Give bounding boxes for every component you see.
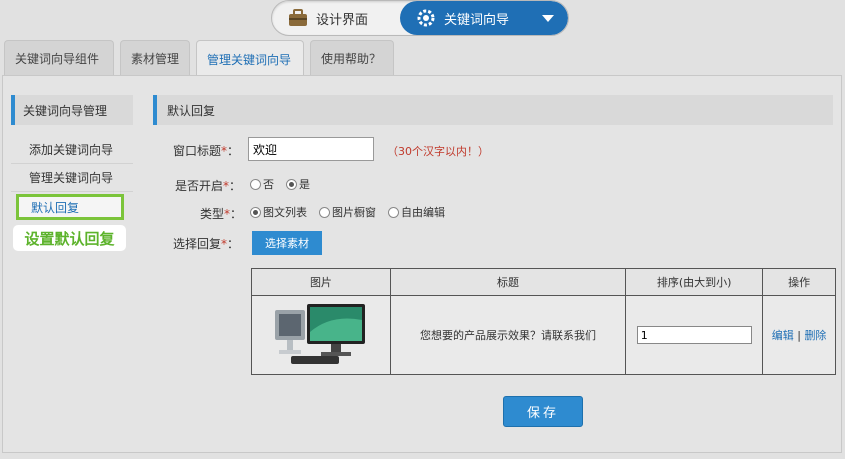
material-table: 图片 标题 排序(由大到小) 操作 您想要的产品展示效果？请联系我们 1 编辑 … (251, 268, 836, 375)
design-mode-button[interactable]: 设计界面 (272, 1, 400, 35)
sidebar-item-add-wizard[interactable]: 添加关键词向导 (11, 136, 133, 164)
radio-button[interactable] (286, 178, 297, 190)
table-row: 您想要的产品展示效果？请联系我们 编辑 | 删除 (251, 295, 836, 375)
tab-help[interactable]: 使用帮助？ (310, 40, 394, 76)
toolbox-icon (288, 9, 308, 27)
radio-button[interactable] (319, 206, 330, 218)
order-cell (625, 295, 764, 375)
table-header-row: 图片 标题 排序(由大到小) 操作 (251, 268, 836, 296)
wizard-mode-button[interactable]: 关键词向导 (400, 1, 568, 35)
save-button[interactable]: 保存 (503, 396, 583, 427)
tab-wizard-components[interactable]: 关键词向导组件 (4, 40, 114, 76)
gear-icon (416, 9, 436, 27)
computer-product-image (274, 303, 365, 364)
enable-option-no[interactable]: 否 (250, 176, 274, 192)
sidebar-item-manage-wizard[interactable]: 管理关键词向导 (11, 164, 133, 192)
tab-material-management[interactable]: 素材管理 (120, 40, 190, 76)
action-separator: | (797, 329, 801, 342)
window-title-label: 窗口标题*： (173, 144, 240, 158)
enable-radio-group: 否 是 (250, 176, 316, 192)
column-header-order: 排序(由大到小) (625, 268, 764, 296)
sidebar-item-default-reply[interactable]: 默认回复 (16, 194, 124, 220)
column-header-image: 图片 (251, 268, 391, 296)
radio-button[interactable] (250, 206, 261, 218)
edit-link[interactable]: 编辑 (772, 329, 794, 342)
type-option-image-window[interactable]: 图片橱窗 (319, 204, 376, 220)
delete-link[interactable]: 删除 (804, 329, 826, 342)
product-image-cell (251, 295, 391, 375)
chevron-down-icon[interactable] (542, 15, 554, 22)
sidebar-title: 关键词向导管理 (11, 95, 133, 125)
main-panel: 关键词向导管理 添加关键词向导 管理关键词向导 默认回复 设置默认回复 默认回复… (2, 75, 842, 453)
wizard-mode-label: 关键词向导 (444, 12, 510, 28)
enable-label: 是否开启*： (175, 179, 242, 193)
column-header-title: 标题 (389, 268, 627, 296)
radio-button[interactable] (388, 206, 399, 218)
type-label: 类型*： (200, 207, 243, 221)
select-reply-label: 选择回复*： (173, 237, 240, 251)
tab-manage-wizard[interactable]: 管理关键词向导 (196, 40, 304, 77)
type-option-free-edit[interactable]: 自由编辑 (388, 204, 445, 220)
column-header-actions: 操作 (762, 268, 836, 296)
window-title-input[interactable] (248, 137, 374, 161)
actions-cell: 编辑 | 删除 (762, 295, 836, 375)
title-hint: （30个汉字以内！） (387, 145, 489, 158)
order-input[interactable] (636, 326, 752, 344)
design-mode-label: 设计界面 (316, 12, 369, 28)
enable-option-yes[interactable]: 是 (286, 176, 310, 192)
mode-switcher: 设计界面 关键词向导 (271, 0, 569, 36)
row-title: 您想要的产品展示效果？请联系我们 (389, 295, 627, 375)
type-radio-group: 图文列表 图片橱窗 自由编辑 (250, 204, 451, 220)
type-option-news-list[interactable]: 图文列表 (250, 204, 307, 220)
radio-button[interactable] (250, 178, 261, 190)
callout-label: 设置默认回复 (13, 225, 126, 251)
tab-bar: 关键词向导组件 素材管理 管理关键词向导 使用帮助？ (4, 40, 394, 77)
select-material-button[interactable]: 选择素材 (252, 231, 322, 255)
section-title: 默认回复 (153, 95, 833, 125)
